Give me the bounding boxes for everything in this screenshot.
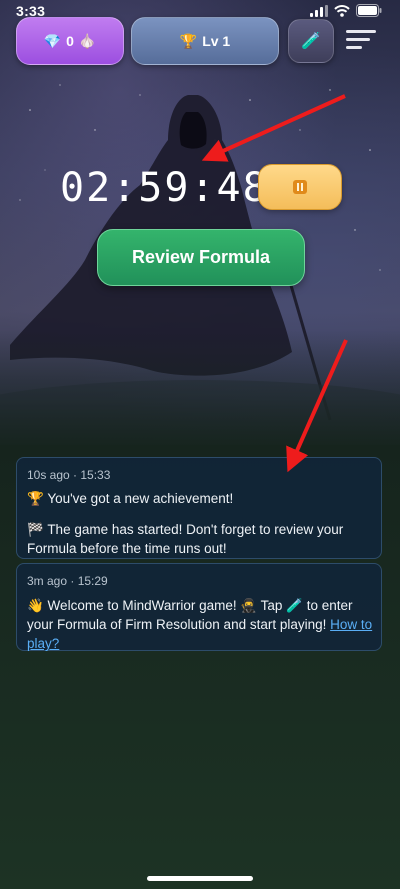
notification-card: 10s ago · 15:33 🏆 You've got a new achie…	[16, 457, 382, 559]
formula-button[interactable]: 🧪	[288, 19, 334, 63]
notification-message: 🏆 You've got a new achievement!	[27, 491, 234, 506]
notification-card: 3m ago · 15:29 👋 Welcome to MindWarrior …	[16, 563, 382, 651]
countdown-timer: 02:59:48	[60, 165, 269, 211]
trophy-icon: 🏆	[179, 32, 198, 49]
pause-button[interactable]	[258, 164, 342, 210]
gems-counter-button[interactable]: 💎 0 🧄	[16, 17, 124, 65]
notification-timestamp: 10s ago · 15:33	[27, 468, 111, 482]
status-icons	[310, 4, 382, 17]
hero-background	[0, 0, 400, 445]
menu-icon	[346, 30, 376, 33]
pause-icon	[293, 180, 307, 194]
gems-count: 0	[66, 33, 74, 49]
review-formula-button[interactable]: Review Formula	[97, 229, 305, 286]
gem-icon: 💎	[43, 32, 62, 49]
level-button[interactable]: 🏆 Lv 1	[131, 17, 279, 65]
notification-timestamp: 3m ago · 15:29	[27, 574, 108, 588]
signal-icon	[310, 4, 328, 17]
battery-icon	[356, 4, 382, 17]
notification-message: 👋 Welcome to MindWarrior game! 🥷 Tap 🧪 t…	[27, 596, 377, 653]
test-tube-icon: 🧪	[301, 33, 321, 50]
home-indicator[interactable]	[147, 876, 253, 881]
notification-message: 🏁 The game has started! Don't forget to …	[27, 522, 344, 556]
wifi-icon	[334, 4, 350, 17]
menu-button[interactable]	[346, 30, 376, 52]
level-label: Lv 1	[202, 33, 231, 49]
welcome-text: 👋 Welcome to MindWarrior game! 🥷 Tap 🧪 t…	[27, 598, 353, 632]
garlic-icon: 🧄	[78, 32, 97, 49]
